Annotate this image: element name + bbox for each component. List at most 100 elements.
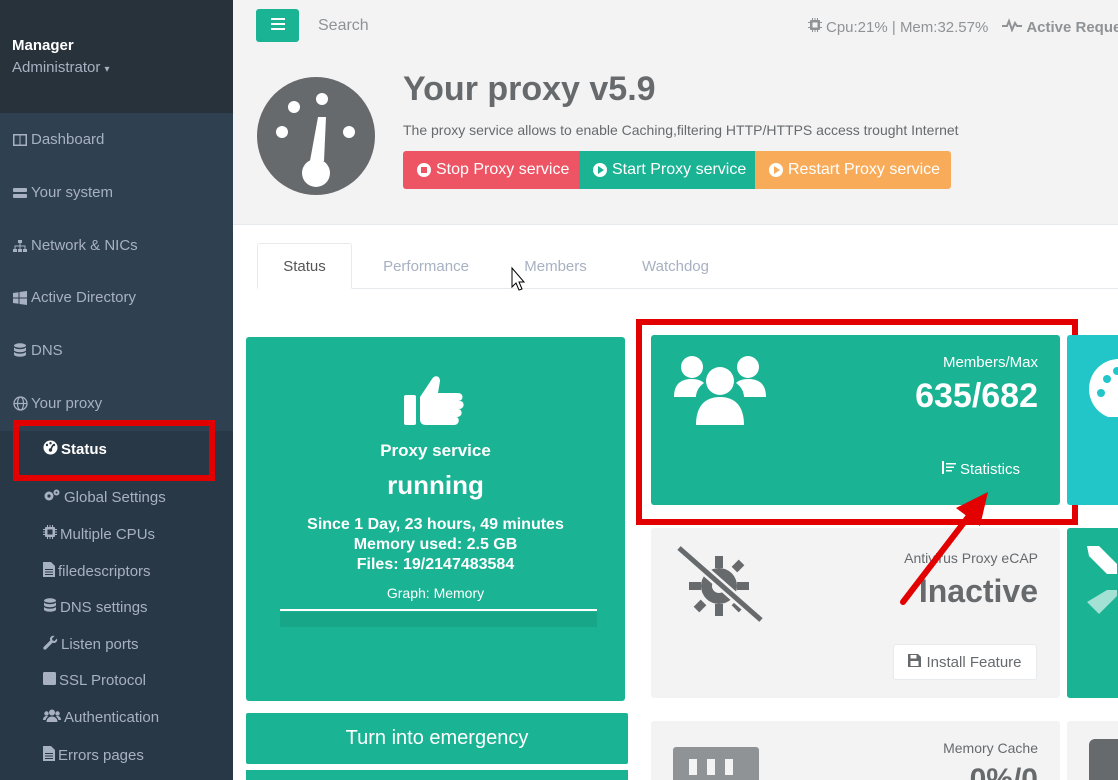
sidebar-item-your-system[interactable]: Your system	[12, 184, 113, 201]
submenu-item-errors-pages[interactable]: Errors pages	[43, 746, 144, 765]
side-card-top	[1067, 335, 1118, 505]
main-content: Status Performance Members Watchdog Prox…	[233, 224, 1118, 780]
start-proxy-button[interactable]: Start Proxy service	[579, 151, 755, 189]
install-feature-button[interactable]: Install Feature	[893, 644, 1037, 680]
tab-status[interactable]: Status	[257, 243, 352, 289]
memory-cache-card: Memory Cache 0%/0	[651, 721, 1060, 780]
tab-watchdog[interactable]: Watchdog	[623, 243, 728, 289]
sidebar-item-network[interactable]: Network & NICs	[12, 237, 138, 254]
button-label: Restart Proxy service	[788, 161, 941, 178]
user-name: Manager	[12, 37, 74, 54]
submenu-item-filedescriptors[interactable]: filedescriptors	[43, 562, 151, 581]
page-header: Your proxy v5.9 The proxy service allows…	[233, 56, 1118, 224]
sidebar-item-label: Active Directory	[31, 289, 137, 306]
submenu-item-dns-settings[interactable]: DNS settings	[43, 598, 148, 617]
search-input[interactable]: Search	[318, 17, 369, 35]
play-icon	[769, 163, 783, 177]
service-details: Since 1 Day, 23 hours, 49 minutes Memory…	[246, 515, 625, 575]
dashboard-icon	[12, 133, 28, 147]
hamburger-icon	[270, 17, 285, 35]
user-role-dropdown[interactable]: Administrator ▾	[12, 59, 221, 76]
sidebar-item-dns[interactable]: DNS	[12, 342, 63, 359]
cpu-icon	[808, 18, 822, 36]
memory-icon	[673, 747, 759, 780]
memory-cache-value: 0%/0	[969, 763, 1038, 780]
sidebar-item-dashboard[interactable]: Dashboard	[12, 131, 104, 148]
submenu-item-authentication[interactable]: Authentication	[43, 709, 159, 726]
service-label: Proxy service	[380, 441, 491, 460]
submenu-item-label: Multiple CPUs	[60, 525, 156, 543]
side-card-bottom	[1067, 721, 1118, 780]
top-navbar: Search Cpu:21% | Mem:32.57% Active Reque…	[233, 0, 1118, 56]
antivirus-label: Antivirus Proxy eCAP	[904, 550, 1038, 566]
sidebar-item-label: Your system	[31, 184, 113, 201]
database-icon	[43, 598, 57, 617]
graph-label: Graph: Memory	[386, 585, 485, 601]
sidebar-item-active-directory[interactable]: Active Directory	[12, 289, 136, 306]
submenu-item-ssl-protocol[interactable]: SSL Protocol	[43, 672, 146, 689]
stop-proxy-button[interactable]: Stop Proxy service	[403, 151, 579, 189]
file-icon	[43, 562, 55, 581]
windows-icon	[12, 290, 28, 305]
submenu-item-label: SSL Protocol	[59, 672, 146, 689]
wrench-icon	[43, 635, 58, 654]
page-description: The proxy service allows to enable Cachi…	[403, 122, 959, 138]
sidebar-item-your-proxy[interactable]: Your proxy	[12, 395, 102, 412]
submenu-item-label: Global Settings	[64, 488, 166, 506]
antivirus-value: Inactive	[918, 573, 1038, 609]
button-label: Install Feature	[926, 653, 1022, 671]
menu-toggle-button[interactable]	[256, 9, 299, 42]
heartbeat-icon	[1002, 18, 1023, 36]
submenu-item-listen-ports[interactable]: Listen ports	[43, 635, 139, 654]
members-highlight-box	[636, 319, 1078, 525]
stop-icon	[417, 163, 431, 177]
caret-down-icon: ▾	[104, 64, 110, 75]
sitemap-icon	[12, 239, 28, 253]
sidebar-item-label: Network & NICs	[31, 237, 138, 254]
users-icon	[43, 709, 61, 726]
globe-icon	[12, 396, 28, 411]
submenu-item-label: Errors pages	[58, 747, 144, 764]
submenu-item-label: DNS settings	[60, 599, 148, 616]
user-role: Administrator	[12, 59, 101, 76]
sidebar-item-label: Your proxy	[31, 395, 103, 412]
submenu-item-global-settings[interactable]: Global Settings	[43, 488, 166, 506]
submenu-item-multiple-cpus[interactable]: Multiple CPUs	[43, 525, 155, 543]
next-button[interactable]	[246, 770, 628, 780]
page-title: Your proxy v5.9	[403, 70, 656, 108]
memory-text: Memory used: 2.5 GB	[353, 536, 518, 553]
submenu-item-label: filedescriptors	[58, 563, 151, 580]
sidebar-item-label: DNS	[31, 342, 63, 359]
user-profile[interactable]: Manager Administrator ▾	[0, 0, 233, 113]
memory-cache-label: Memory Cache	[943, 740, 1038, 756]
database-icon	[12, 343, 28, 358]
sidebar: Manager Administrator ▾ Dashboard Your s…	[0, 0, 233, 780]
graph-baseline	[280, 609, 597, 611]
save-icon	[908, 653, 922, 671]
side-card-icon	[1089, 739, 1118, 780]
server-icon	[12, 186, 28, 200]
play-icon	[593, 163, 607, 177]
active-requests-link[interactable]: Active Reques	[1026, 19, 1118, 36]
side-card-icon	[1087, 546, 1117, 614]
tab-members[interactable]: Members	[503, 243, 608, 289]
bug-slash-icon	[673, 544, 767, 629]
file-text-icon	[43, 746, 55, 765]
service-state: running	[387, 470, 484, 500]
cpu-mem-readout: Cpu:21% | Mem:32.57%	[826, 18, 989, 36]
button-label: Stop Proxy service	[436, 161, 570, 178]
submenu-item-label: Listen ports	[61, 636, 139, 653]
cogs-icon	[43, 488, 61, 506]
emergency-button[interactable]: Turn into emergency	[246, 713, 628, 764]
side-card-middle	[1067, 528, 1118, 698]
tab-performance[interactable]: Performance	[363, 243, 489, 289]
system-info: Cpu:21% | Mem:32.57% Active Reques	[808, 18, 1118, 36]
memory-graph	[280, 612, 597, 627]
square-icon	[43, 672, 56, 689]
tachometer-icon	[257, 77, 375, 200]
antivirus-card: Antivirus Proxy eCAP Inactive Install Fe…	[651, 528, 1060, 698]
sidebar-item-label: Dashboard	[31, 131, 105, 148]
restart-proxy-button[interactable]: Restart Proxy service	[755, 151, 951, 189]
palette-icon	[1089, 359, 1118, 417]
uptime-text: Since 1 Day, 23 hours, 49 minutes	[307, 516, 564, 533]
